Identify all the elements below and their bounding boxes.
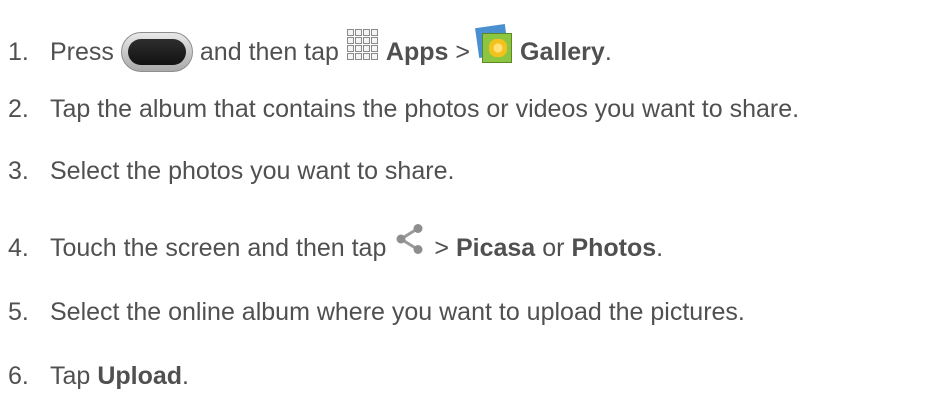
step-text: Tap the album that contains the photos o…: [50, 95, 800, 123]
upload-label: Upload: [97, 362, 183, 390]
step-end: .: [604, 37, 612, 66]
step-number: 3.: [8, 157, 29, 185]
step-text: Touch the screen and then tap: [50, 234, 387, 262]
gallery-label: Gallery: [520, 37, 605, 66]
step-text: and then tap: [199, 37, 339, 66]
step-text: Press: [50, 37, 114, 66]
step-number: 5.: [8, 298, 29, 326]
step-text: Select the photos you want to share.: [50, 157, 455, 185]
apps-grid-icon: [346, 28, 379, 61]
home-key-icon: [120, 32, 193, 72]
step-3: 3. Select the photos you want to share.: [8, 159, 454, 184]
separator: >: [434, 234, 449, 262]
step-1: 1. Press and then tap Apps > Gallery .: [8, 24, 612, 72]
apps-label: Apps: [385, 37, 449, 66]
step-number: 4.: [8, 234, 29, 262]
step-number: 6.: [8, 362, 29, 390]
step-2: 2. Tap the album that contains the photo…: [8, 97, 799, 122]
step-6: 6. Tap Upload .: [8, 364, 189, 389]
step-5: 5. Select the online album where you wan…: [8, 300, 745, 325]
step-end: .: [182, 362, 189, 390]
step-text: Tap: [50, 362, 91, 390]
picasa-label: Picasa: [455, 234, 536, 262]
step-text: Select the online album where you want t…: [50, 298, 745, 326]
step-4: 4. Touch the screen and then tap > Picas…: [8, 223, 664, 262]
step-end: .: [656, 234, 664, 262]
separator: >: [455, 37, 471, 66]
step-text: or: [542, 234, 565, 262]
step-number: 2.: [8, 95, 29, 123]
share-icon: [396, 223, 423, 254]
photos-label: Photos: [571, 234, 657, 262]
step-number: 1.: [8, 37, 29, 66]
gallery-icon: [475, 24, 513, 64]
